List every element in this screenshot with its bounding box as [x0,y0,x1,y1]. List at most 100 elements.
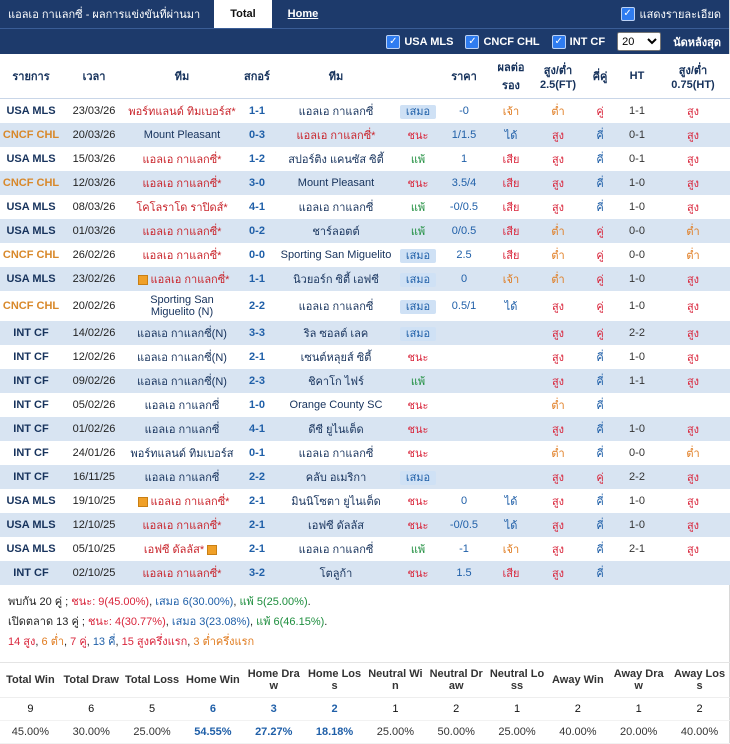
home-team-name[interactable]: แอลเอ กาแลกซี่* [143,226,222,238]
result-label: แพ้ [410,544,426,556]
result-label: ชนะ [407,448,429,460]
odds-outcome-cell [488,441,534,465]
halftime-score-cell: 1-0 [629,351,645,363]
handicap-price-cell: -0/0.5 [449,519,479,531]
away-team-name[interactable]: แอลเอ กาแลกซี่ [299,301,374,313]
over-under-ft-cell: สูง [551,496,565,508]
odds-outcome-cell [488,417,534,441]
handicap-price-cell: 3.5/4 [451,177,477,189]
totals-header: Away Loss [669,662,730,699]
odd-even-cell: คู่ [596,328,604,340]
home-team-name[interactable]: แอลเอ กาแลกซี่(N) [137,328,227,340]
halftime-score-cell: 1-0 [629,423,645,435]
fulltime-score-cell: 1-2 [249,153,265,165]
away-team-name[interactable]: Mount Pleasant [298,177,374,189]
result-cell: แพ้ [396,219,440,243]
tab-home[interactable]: Home [272,0,335,28]
fulltime-score-cell: 2-1 [249,351,265,363]
odd-even-cell: คี่ [596,400,604,412]
away-team-name[interactable]: สปอร์ติง แคนซัส ซิตี้ [288,154,384,166]
home-team-cell: แอลเอ กาแลกซี่(N) [126,345,238,369]
away-team-name[interactable]: แอลเอ กาแลกซี่ [299,106,374,118]
away-team-name[interactable]: แอลเอ กาแลกซี่* [297,130,376,142]
totals-header: Away Draw [608,662,670,699]
away-team-name[interactable]: Sporting San Miguelito [281,249,392,261]
league-cell: USA MLS [6,153,56,165]
show-details-toggle[interactable]: ✓ แสดงรายละเอียด [620,0,729,28]
handicap-price-cell: 2.5 [456,249,472,261]
home-team-name[interactable]: พอร์ทแลนด์ ทิมเบอร์ส [130,448,233,460]
away-team-name[interactable]: แอลเอ กาแลกซี่ [299,202,374,214]
league-filter-int-cf[interactable]: ✓ INT CF [551,34,605,49]
home-team-name[interactable]: แอลเอ กาแลกซี่ [145,400,220,412]
home-team-name[interactable]: แอลเอ กาแลกซี่(N) [137,352,227,364]
league-cell: INT CF [13,399,49,411]
result-label: ชนะ [407,520,429,532]
away-team-cell: Sporting San Miguelito [276,243,396,267]
home-team-name[interactable]: แอลเอ กาแลกซี่* [143,250,222,262]
home-team-cell: แอลเอ กาแลกซี่(N) [126,369,238,393]
tab-total[interactable]: Total [214,0,272,28]
league-filter-cncf-chl[interactable]: ✓ CNCF CHL [465,34,540,49]
home-team-name[interactable]: Mount Pleasant [144,129,220,141]
over-under-ht-cell: สูง [686,328,700,340]
home-team-name[interactable]: แอลเอ กาแลกซี่* [143,520,222,532]
result-label: ชนะ [407,178,429,190]
column-header: ราคา [440,54,488,99]
handicap-price-cell [440,441,488,465]
summary-segment: 13 คี่ [92,635,116,648]
away-team-name[interactable]: แอลเอ กาแลกซี่ [299,544,374,556]
home-team-name[interactable]: แอลเอ กาแลกซี่* [143,178,222,190]
away-team-name[interactable]: ริล ซอลต์ เลค [304,328,369,340]
away-team-name[interactable]: ดีซี ยูไนเต็ด [308,424,363,436]
totals-count: 3 [243,697,305,722]
over-under-ft-cell: ต่ำ [551,250,565,262]
away-team-name[interactable]: คลับ อเมริกา [306,472,367,484]
away-team-name[interactable]: มินนิโซตา ยูไนเต็ด [291,496,381,508]
result-cell: แพ้ [396,537,440,561]
fulltime-score-cell: 1-1 [249,273,265,285]
halftime-score-cell: 2-2 [629,471,645,483]
date-cell: 05/02/26 [72,399,116,411]
away-team-name[interactable]: Orange County SC [290,399,383,411]
halftime-score-cell: 2-1 [629,543,645,555]
home-team-name[interactable]: แอลเอ กาแลกซี่* [151,496,230,508]
away-team-cell: มินนิโซตา ยูไนเต็ด [276,489,396,513]
odd-even-cell: คี่ [596,202,604,214]
date-cell: 16/11/25 [72,471,115,483]
home-team-name[interactable]: พอร์ทแลนด์ ทิมเบอร์ส* [128,106,235,118]
away-team-name[interactable]: แอลเอ กาแลกซี่ [299,448,374,460]
league-cell: INT CF [13,327,49,339]
away-team-name[interactable]: โตลูก้า [320,568,353,580]
league-cell: USA MLS [6,105,56,117]
halftime-score-cell: 2-2 [629,327,645,339]
odds-outcome-cell [488,369,534,393]
away-team-name[interactable]: เอฟซี ดัลลัส [308,520,364,532]
away-team-name[interactable]: ชาร์ลอตต์ [312,226,359,238]
home-team-name[interactable]: เอฟซี ดัลลัส* [144,544,204,556]
away-team-name[interactable]: เซนต์หลุยส์ ซิตี้ [301,352,372,364]
home-team-cell: แอลเอ กาแลกซี่* [126,219,238,243]
away-team-name[interactable]: ชิคาโก ไฟร์ [308,376,364,388]
match-count-select[interactable]: 20 [617,32,662,51]
home-team-name[interactable]: แอลเอ กาแลกซี่* [143,568,222,580]
home-team-name[interactable]: แอลเอ กาแลกซี่(N) [137,376,227,388]
totals-header: Total Win [0,662,61,699]
home-team-name[interactable]: โคโลราโด ราปิดส์* [136,202,227,214]
league-cell: CNCF CHL [2,177,60,189]
away-team-cell: ริล ซอลต์ เลค [276,321,396,345]
result-cell: ชนะ [396,417,440,441]
league-filter-label: CNCF CHL [483,35,540,48]
home-team-name[interactable]: Sporting San Miguelito (N) [150,294,214,318]
home-team-name[interactable]: แอลเอ กาแลกซี่ [145,424,220,436]
away-team-cell: เซนต์หลุยส์ ซิตี้ [276,345,396,369]
totals-count: 1 [486,697,548,722]
home-team-name[interactable]: แอลเอ กาแลกซี่ [145,472,220,484]
home-team-name[interactable]: แอลเอ กาแลกซี่* [151,274,230,286]
home-team-name[interactable]: แอลเอ กาแลกซี่* [143,154,222,166]
table-row: CNCF CHL 26/02/26 แอลเอ กาแลกซี่* 0-0 Sporti… [0,243,730,267]
league-cell: CNCF CHL [2,300,60,312]
date-cell: 12/10/25 [72,519,116,531]
league-filter-usa-mls[interactable]: ✓ USA MLS [386,34,453,49]
away-team-name[interactable]: นิวยอร์ก ซิตี้ เอฟซี [293,274,379,286]
